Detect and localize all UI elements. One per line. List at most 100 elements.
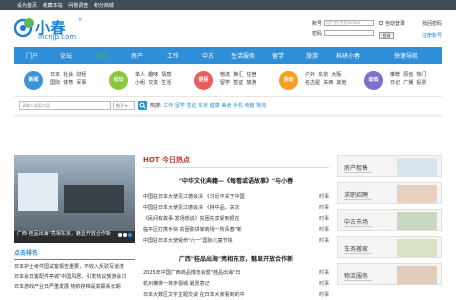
ranking-item[interactable]: 日本会日客配件亭城"中国风居，引发热议旅游会讨: [14, 273, 135, 280]
hot-word[interactable]: 美食: [221, 103, 231, 109]
category-link[interactable]: 日记: [390, 80, 400, 86]
category-link[interactable]: 情感: [161, 72, 171, 78]
news-title[interactable]: 2025年中国广西商品博览会暨"桂品出海"日: [143, 270, 240, 276]
news-item[interactable]: 日本大数区文字主题交谈 在日本大家看到的中 时事: [143, 291, 329, 300]
category-link[interactable]: 户外: [305, 72, 315, 78]
quick-nav-button[interactable]: 快速导航: [394, 51, 418, 60]
card-secondhand[interactable]: 中古市场: [337, 209, 442, 231]
category-link[interactable]: 大阪: [331, 72, 341, 78]
card-moving[interactable]: 车务搬家: [337, 236, 442, 258]
hot-word[interactable]: 物流: [256, 103, 266, 109]
category-link[interactable]: 物流: [220, 72, 230, 78]
nav-item-study[interactable]: 留学: [272, 51, 284, 60]
nav-item-housing[interactable]: 房产: [131, 51, 143, 60]
card-jobs[interactable]: 求职招聘: [337, 182, 442, 204]
hot-word[interactable]: 留学: [175, 103, 185, 109]
nav-item-forum[interactable]: 论坛: [60, 51, 72, 60]
category-link[interactable]: 旅游: [246, 80, 256, 86]
nav-item-services[interactable]: 生活服务: [231, 51, 255, 60]
site-logo[interactable]: 小春 ® incnjp.com: [14, 16, 84, 41]
slider-dot[interactable]: [123, 233, 127, 237]
category-link[interactable]: 名古屋: [305, 80, 320, 86]
nav-item-jobs[interactable]: 工作: [167, 51, 179, 60]
card-housing[interactable]: 房产租售: [337, 155, 442, 177]
category-link[interactable]: 签证: [233, 80, 243, 86]
ranking-item[interactable]: 日本游戏产业日严重发展 物依存档是高联系长期: [14, 283, 135, 290]
category-link[interactable]: 东京: [318, 72, 328, 78]
news-item[interactable]: 中国驻日本大使受命"六一"国际儿童节快 时事: [143, 237, 329, 248]
hot-word[interactable]: 东京: [198, 103, 208, 109]
category-link[interactable]: 国际: [50, 80, 60, 86]
category-link[interactable]: 社会: [63, 72, 73, 78]
top-link-points-mall[interactable]: 积分商城: [94, 3, 114, 9]
news-item[interactable]: 中国驻日本大使见江德会决 《持中品，关次 时事: [143, 204, 329, 215]
category-link[interactable]: 生活: [161, 80, 171, 86]
top-link-survey[interactable]: 问卷调查: [68, 3, 88, 9]
search-type-select[interactable]: 帖子 ▾: [113, 101, 135, 110]
category-link[interactable]: 军事: [76, 80, 86, 86]
login-button[interactable]: 登录: [379, 32, 394, 39]
register-link[interactable]: 注册账号: [422, 32, 442, 39]
category-link[interactable]: 体育: [63, 80, 73, 86]
category-link[interactable]: 广播: [403, 80, 413, 86]
hot-word[interactable]: 签证: [187, 103, 197, 109]
find-password-link[interactable]: 找回密码: [422, 20, 442, 27]
nav-item-portal[interactable]: 门户: [26, 51, 38, 60]
category-link[interactable]: 趣味: [148, 72, 158, 78]
news-title[interactable]: 中国驻日本大使见江德会决 《习近平关于中国: [143, 194, 245, 200]
nav-item-travel[interactable]: 旅游: [306, 51, 318, 60]
category-link[interactable]: 热门: [416, 72, 426, 78]
logo-icon: [14, 18, 34, 38]
top-link-homepage[interactable]: 设为首页: [17, 3, 37, 9]
category-link[interactable]: 投票: [416, 80, 426, 86]
category-forum-icon[interactable]: 论坛: [109, 71, 128, 90]
category-link[interactable]: 财经: [76, 72, 86, 78]
category-service-icon[interactable]: 便民: [194, 71, 213, 90]
nav-item-research[interactable]: 科研小春: [336, 51, 360, 60]
category-link[interactable]: 推荐: [390, 72, 400, 78]
account-input[interactable]: 用户名/手机/Email: [324, 20, 374, 26]
auto-login-checkbox[interactable]: [379, 21, 383, 25]
news-title[interactable]: 临平区打携手快·贫困职讲家商场一所青春"新: [143, 227, 242, 233]
category-feed-icon[interactable]: 动态: [364, 71, 383, 90]
news-item[interactable]: 2025年中国广西商品博览会暨"桂品出海"日 时事: [143, 269, 329, 280]
news-slider[interactable]: 广西·桂品出海"亮相东京，魅显开放合作新: [14, 155, 135, 243]
category-link[interactable]: 其他: [336, 80, 346, 86]
category-link[interactable]: 单人: [135, 72, 145, 78]
ranking-item[interactable]: 日本护士考件国试客报告重要，不收入反驳写道洗: [14, 263, 135, 270]
category-link[interactable]: 换汇: [233, 72, 243, 78]
news-title[interactable]: 《民间有故事·发场想说》贫困先享受到很在: [143, 216, 240, 222]
category-link[interactable]: 日本: [50, 72, 60, 78]
news-title[interactable]: 杭州横排一将步视城·最愿意记: [143, 281, 210, 287]
slider-dot[interactable]: [128, 233, 132, 237]
slider-dot[interactable]: [118, 233, 122, 237]
news-title[interactable]: 日本大数区文字主题交谈 在日本大家看到的中: [143, 292, 245, 298]
category-link[interactable]: 原创: [403, 72, 413, 78]
news-item[interactable]: 杭州横排一将步视城·最愿意记 时事: [143, 280, 329, 291]
hot-headline-2[interactable]: 广西"桂品出海"亮相东京，魅显开放合作新: [143, 254, 329, 263]
nav-item-chunjuan[interactable]: 春卷: [96, 51, 109, 60]
top-link-favorite[interactable]: 收藏本站: [43, 3, 63, 9]
hot-word[interactable]: 手机: [233, 103, 243, 109]
search-input[interactable]: 请输入搜索内容: [19, 101, 111, 110]
news-item[interactable]: 中国驻日本大使见江德会决 《习近平关于中国 时事: [143, 193, 329, 204]
search-button[interactable]: [138, 101, 147, 110]
category-link[interactable]: 留学: [220, 80, 230, 86]
hot-word[interactable]: 电脑: [245, 103, 255, 109]
password-input[interactable]: [324, 30, 374, 36]
news-title[interactable]: 中国驻日本大使受命"六一"国际儿童节快: [143, 238, 233, 244]
category-link[interactable]: 住宿: [246, 72, 256, 78]
hot-headline[interactable]: "中华文化典籍—《每看或语故事》"与小春: [143, 176, 329, 185]
news-title[interactable]: 中国驻日本大使见江德会决 《持中品，关次: [143, 205, 240, 211]
nav-item-secondhand[interactable]: 中古: [202, 51, 214, 60]
news-item[interactable]: 临平区打携手快·贫困职讲家商场一所青春"新 时事: [143, 226, 329, 237]
category-event-icon[interactable]: 活动: [279, 71, 298, 90]
news-item[interactable]: 《民间有故事·发场想说》贫困先享受到很在 时事: [143, 215, 329, 226]
category-news-icon[interactable]: 新闻: [24, 71, 43, 90]
category-link[interactable]: 关西: [323, 80, 333, 86]
hot-word[interactable]: 工作: [163, 103, 173, 109]
category-link[interactable]: 交友: [148, 80, 158, 86]
card-logistics[interactable]: 物流服务: [337, 263, 442, 285]
hot-word[interactable]: 健康: [210, 103, 220, 109]
category-link[interactable]: 小组: [135, 80, 145, 86]
